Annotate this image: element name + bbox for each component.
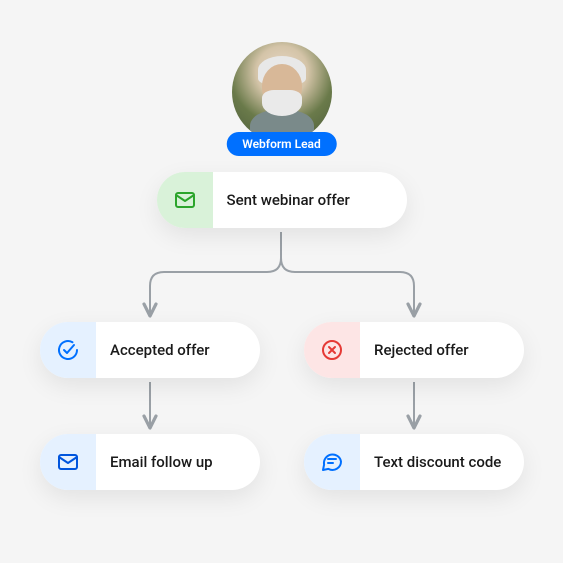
check-circle-icon [40, 322, 96, 378]
lead-badge: Webform Lead [226, 132, 337, 156]
node-label: Text discount code [360, 453, 524, 471]
node-label: Accepted offer [96, 341, 234, 359]
workflow-diagram: Webform Lead Sent webinar offer Accepted… [0, 0, 563, 563]
node-rejected-offer: Rejected offer [304, 322, 524, 378]
node-email-followup: Email follow up [40, 434, 260, 490]
node-accepted-offer: Accepted offer [40, 322, 260, 378]
message-icon [304, 434, 360, 490]
node-label: Sent webinar offer [213, 191, 374, 209]
node-label: Rejected offer [360, 341, 493, 359]
node-text-discount: Text discount code [304, 434, 524, 490]
node-sent-webinar: Sent webinar offer [157, 172, 407, 228]
mail-icon [40, 434, 96, 490]
node-label: Email follow up [96, 453, 237, 471]
mail-icon [157, 172, 213, 228]
x-circle-icon [304, 322, 360, 378]
lead-avatar [232, 42, 332, 142]
